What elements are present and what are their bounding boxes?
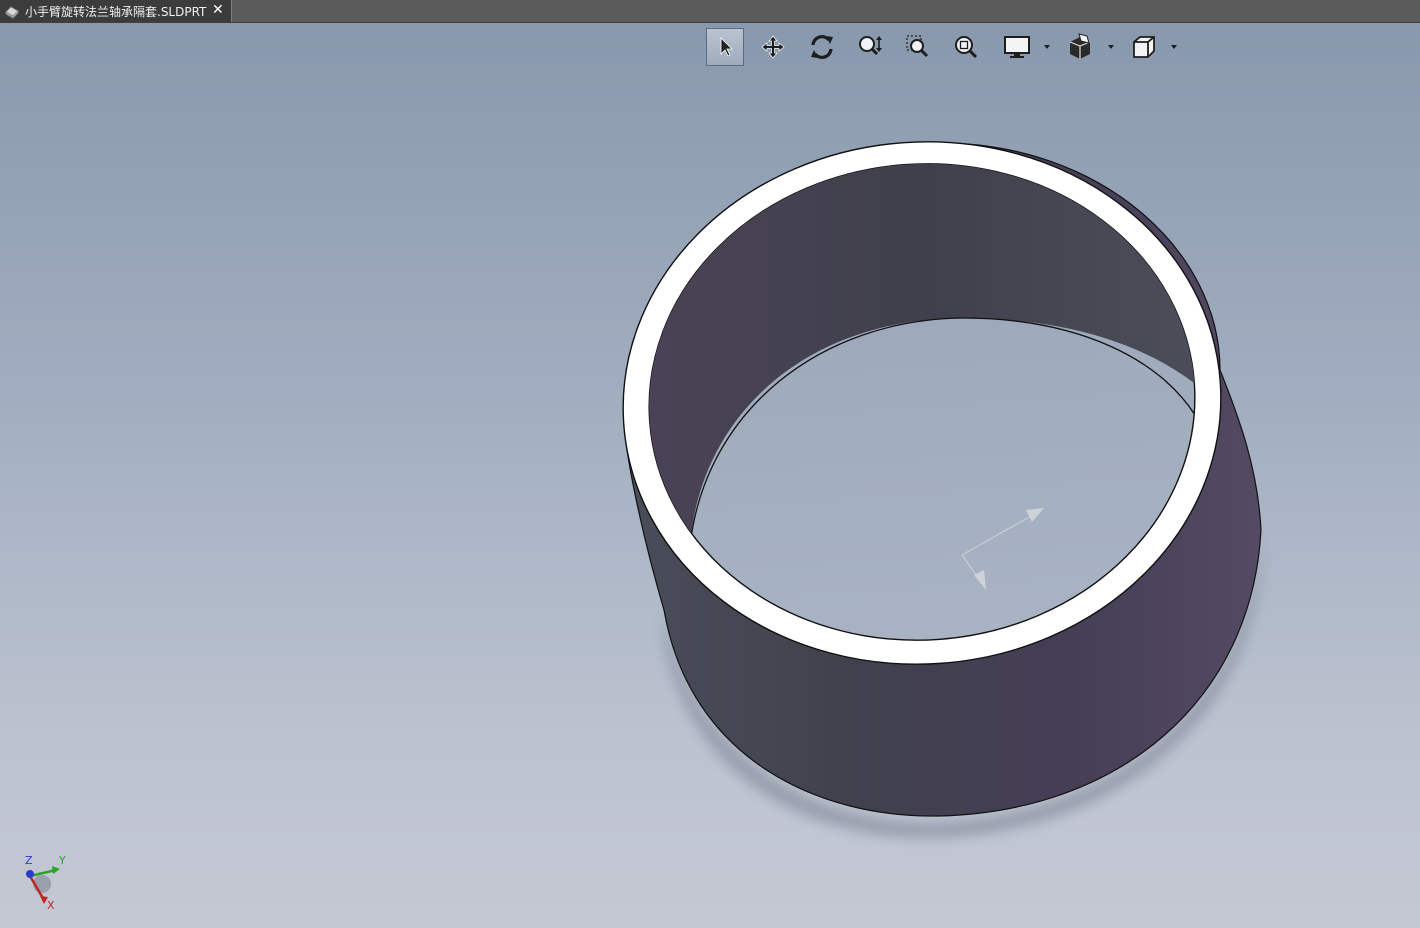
- document-tab-bar: 小手臂旋转法兰轴承隔套.SLDPRT ✕: [0, 0, 1420, 23]
- coordinate-triad: Z Y X: [25, 854, 66, 912]
- triad-y-label: Y: [58, 854, 66, 867]
- triad-x-label: X: [47, 899, 55, 912]
- triad-z-label: Z: [25, 854, 33, 867]
- graphics-viewport[interactable]: [0, 23, 1420, 928]
- document-tab-title: 小手臂旋转法兰轴承隔套.SLDPRT: [25, 4, 207, 19]
- bearing-spacer-ring-model[interactable]: [600, 120, 1262, 839]
- document-tab[interactable]: 小手臂旋转法兰轴承隔套.SLDPRT ✕: [0, 0, 232, 22]
- part-file-icon: [5, 6, 19, 19]
- close-icon[interactable]: ✕: [212, 2, 224, 18]
